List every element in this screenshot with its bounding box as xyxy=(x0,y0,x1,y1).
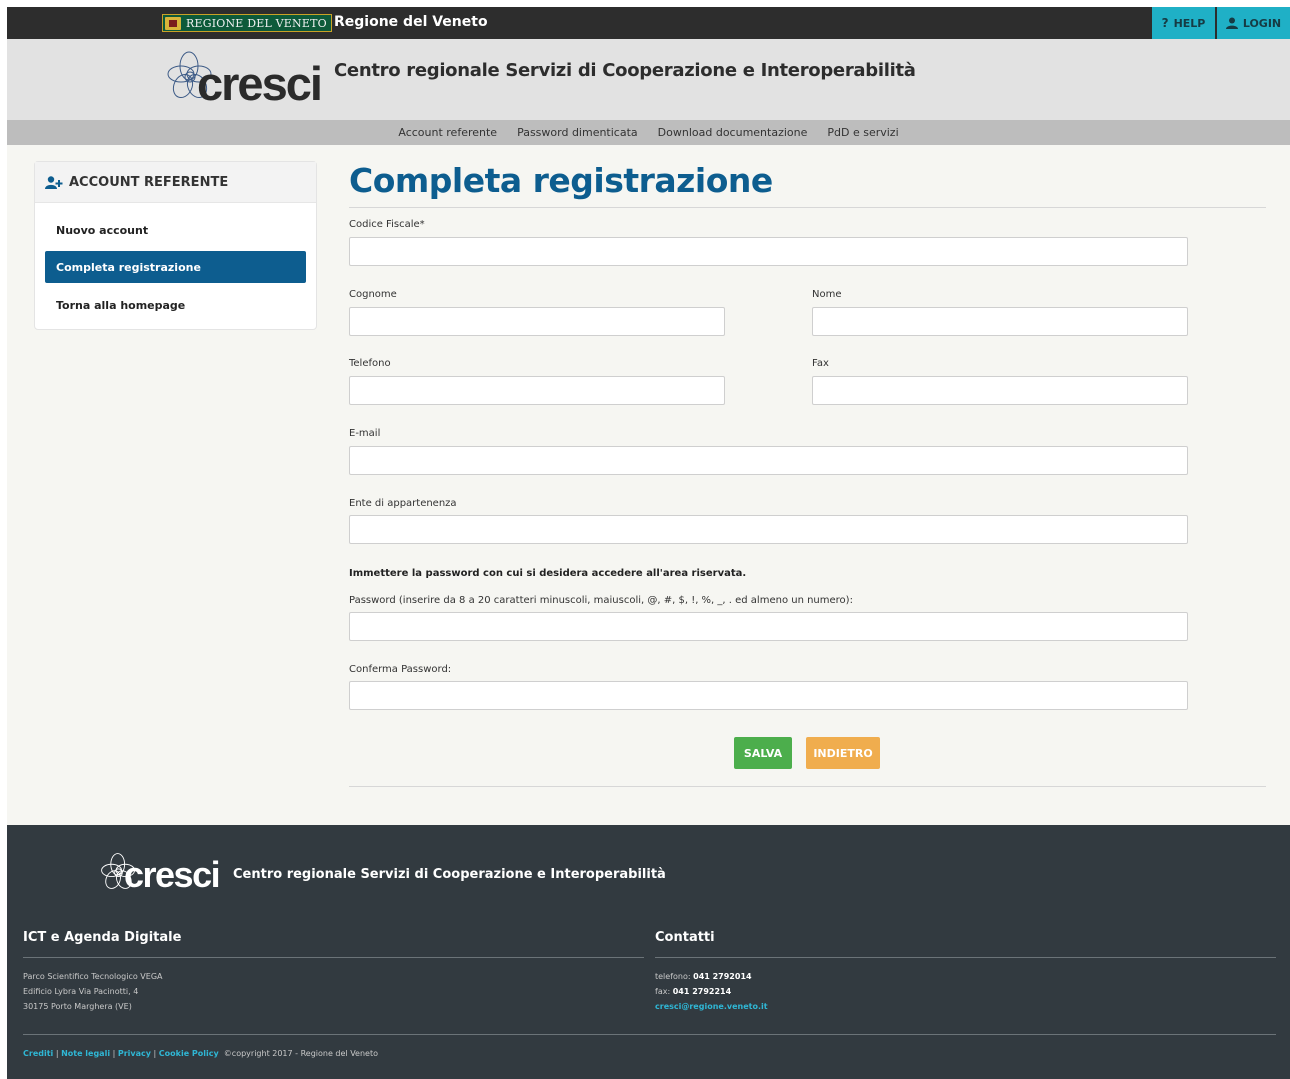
sidebar-menu: ACCOUNT REFERENTE Nuovo account Completa… xyxy=(34,161,317,330)
login-label: LOGIN xyxy=(1242,16,1282,30)
add-user-icon xyxy=(45,175,63,189)
back-button[interactable]: INDIETRO xyxy=(806,737,880,769)
link-cookie-policy[interactable]: Cookie Policy xyxy=(159,1049,219,1058)
fax-label-footer: fax: xyxy=(655,987,671,996)
conferma-password-input[interactable] xyxy=(349,681,1188,710)
footer-cresci-logo: cresci xyxy=(100,852,221,898)
page-title: Completa registrazione xyxy=(349,161,773,200)
page: REGIONE DEL VENETO Regione del Veneto ? … xyxy=(7,7,1290,1079)
phone-number: 041 2792014 xyxy=(693,972,752,981)
footer-ict-divider xyxy=(23,957,644,958)
nav-download-documentazione[interactable]: Download documentazione xyxy=(648,126,818,139)
footer-bottom-links: Crediti | Note legali | Privacy | Cookie… xyxy=(23,1049,378,1058)
sidebar-item-completa-registrazione[interactable]: Completa registrazione xyxy=(45,251,306,283)
form-bottom-divider xyxy=(349,786,1266,787)
footer-contacts: telefono: 041 2792014 fax: 041 2792214 c… xyxy=(655,969,768,1014)
question-icon: ? xyxy=(1161,16,1169,30)
site-title: Centro regionale Servizi di Cooperazione… xyxy=(334,60,916,81)
link-privacy[interactable]: Privacy xyxy=(118,1049,151,1058)
address-line-1: Parco Scientifico Tecnologico VEGA xyxy=(23,972,163,981)
footer-address: Parco Scientifico Tecnologico VEGA Edifi… xyxy=(23,969,163,1014)
cognome-input[interactable] xyxy=(349,307,725,336)
cresci-logo[interactable]: cresci xyxy=(167,50,323,110)
nav-pdd-servizi[interactable]: PdD e servizi xyxy=(817,126,908,139)
sidebar-item-nuovo-account[interactable]: Nuovo account xyxy=(45,214,306,246)
link-note-legali[interactable]: Note legali xyxy=(61,1049,110,1058)
nome-input[interactable] xyxy=(812,307,1188,336)
regione-shield-icon xyxy=(165,16,181,30)
fax-label: Fax xyxy=(812,358,829,369)
address-line-2: Edificio Lybra Via Pacinotti, 4 xyxy=(23,987,139,996)
footer-cresci-wordmark: cresci xyxy=(124,854,221,895)
ente-input[interactable] xyxy=(349,515,1188,544)
codice-fiscale-label: Codice Fiscale* xyxy=(349,219,425,230)
title-divider xyxy=(349,207,1266,208)
regione-veneto-logo[interactable]: REGIONE DEL VENETO xyxy=(162,14,332,32)
sidebar-header: ACCOUNT REFERENTE xyxy=(35,162,316,203)
contact-email-link[interactable]: cresci@regione.veneto.it xyxy=(655,1002,768,1011)
nav-password-dimenticata[interactable]: Password dimenticata xyxy=(507,126,648,139)
help-button[interactable]: ? HELP xyxy=(1152,7,1215,39)
site-header: cresci Centro regionale Servizi di Coope… xyxy=(7,39,1290,120)
main-nav: Account referente Password dimenticata D… xyxy=(7,120,1290,145)
link-crediti[interactable]: Crediti xyxy=(23,1049,53,1058)
regione-title[interactable]: Regione del Veneto xyxy=(334,14,488,30)
sidebar-title: ACCOUNT REFERENTE xyxy=(69,174,229,190)
fax-number: 041 2792214 xyxy=(672,987,732,996)
footer-contatti-heading: Contatti xyxy=(655,930,715,945)
phone-label: telefono: xyxy=(655,972,691,981)
ente-label: Ente di appartenenza xyxy=(349,498,457,509)
footer-ict-heading: ICT e Agenda Digitale xyxy=(23,930,182,945)
password-label: Password (inserire da 8 a 20 caratteri m… xyxy=(349,595,853,606)
footer-bottom-divider xyxy=(23,1034,1276,1035)
cognome-label: Cognome xyxy=(349,289,397,300)
sidebar-item-torna-homepage[interactable]: Torna alla homepage xyxy=(45,289,306,321)
password-input[interactable] xyxy=(349,612,1188,641)
cresci-wordmark: cresci xyxy=(197,57,323,110)
conferma-password-label: Conferma Password: xyxy=(349,664,452,675)
email-input[interactable] xyxy=(349,446,1188,475)
footer-contatti-divider xyxy=(655,957,1276,958)
password-instructions: Immettere la password con cui si desider… xyxy=(349,568,747,579)
telefono-input[interactable] xyxy=(349,376,725,405)
login-button[interactable]: LOGIN xyxy=(1217,7,1290,39)
help-label: HELP xyxy=(1173,16,1206,30)
user-icon xyxy=(1225,17,1238,29)
site-footer: cresci Centro regionale Servizi di Coope… xyxy=(7,825,1290,1079)
telefono-label: Telefono xyxy=(349,358,391,369)
fax-input[interactable] xyxy=(812,376,1188,405)
nav-account-referente[interactable]: Account referente xyxy=(388,126,507,139)
save-button[interactable]: SALVA xyxy=(734,737,792,769)
nome-label: Nome xyxy=(812,289,842,300)
footer-title: Centro regionale Servizi di Cooperazione… xyxy=(233,867,666,882)
email-label: E-mail xyxy=(349,428,381,439)
regione-logo-text: REGIONE DEL VENETO xyxy=(186,16,327,30)
codice-fiscale-input[interactable] xyxy=(349,237,1188,266)
address-line-3: 30175 Porto Marghera (VE) xyxy=(23,1002,132,1011)
top-bar: REGIONE DEL VENETO Regione del Veneto ? … xyxy=(7,7,1290,39)
copyright: ©copyright 2017 - Regione del Veneto xyxy=(223,1049,378,1058)
